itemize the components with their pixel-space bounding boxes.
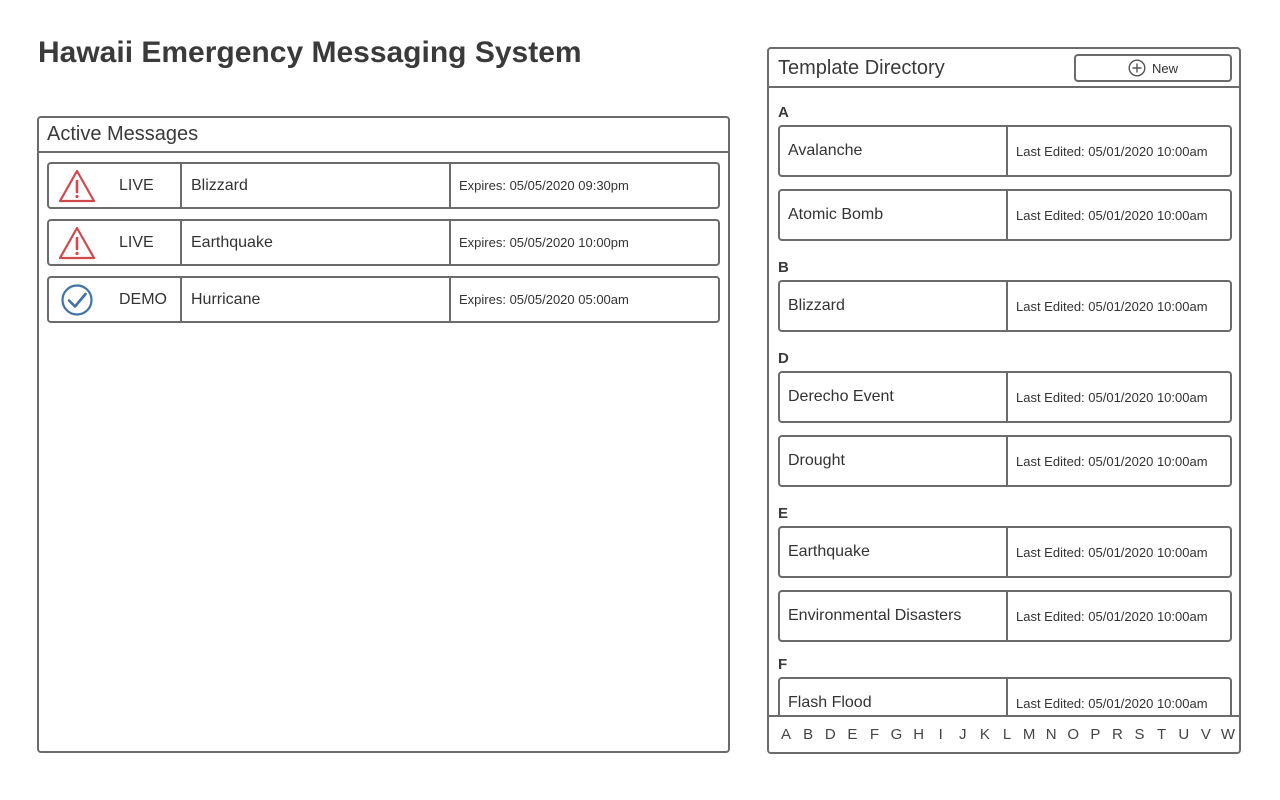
template-row[interactable]: Derecho Event Last Edited: 05/01/2020 10… bbox=[778, 371, 1232, 423]
message-name: Hurricane bbox=[182, 278, 451, 321]
template-last-edited: Last Edited: 05/01/2020 10:00am bbox=[1016, 298, 1208, 314]
plus-circle-icon bbox=[1128, 59, 1146, 77]
active-messages-title: Active Messages bbox=[47, 123, 199, 145]
template-name: Environmental Disasters bbox=[780, 592, 1008, 640]
alphabet-index-letter[interactable]: G bbox=[885, 726, 907, 743]
section-letter: F bbox=[778, 656, 788, 673]
template-last-edited: Last Edited: 05/01/2020 10:00am bbox=[1016, 453, 1208, 469]
template-name: Drought bbox=[780, 437, 1008, 485]
active-messages-panel: Active Messages LIVE Blizzard Expires: 0… bbox=[37, 116, 730, 753]
section-letter: E bbox=[778, 505, 789, 522]
alphabet-index-letter[interactable]: N bbox=[1040, 726, 1062, 743]
template-row[interactable]: Atomic Bomb Last Edited: 05/01/2020 10:0… bbox=[778, 189, 1232, 241]
new-template-button[interactable]: New bbox=[1074, 54, 1232, 82]
page-title: Hawaii Emergency Messaging System bbox=[38, 36, 582, 69]
alphabet-index-letter[interactable]: B bbox=[797, 726, 819, 743]
alphabet-index-letter[interactable]: A bbox=[775, 726, 797, 743]
message-name: Earthquake bbox=[182, 221, 451, 264]
template-row[interactable]: Blizzard Last Edited: 05/01/2020 10:00am bbox=[778, 280, 1232, 332]
template-name: Atomic Bomb bbox=[780, 191, 1008, 239]
template-directory-header: Template Directory New bbox=[769, 49, 1239, 88]
template-name: Derecho Event bbox=[780, 373, 1008, 421]
alphabet-index-letter[interactable]: P bbox=[1084, 726, 1106, 743]
alphabet-index-letter[interactable]: S bbox=[1129, 726, 1151, 743]
alphabet-index-bar: A B D E F G H I J K L M N O P R S T U V … bbox=[769, 715, 1239, 752]
message-expires: Expires: 05/05/2020 09:30pm bbox=[459, 178, 629, 193]
alphabet-index-letter[interactable]: E bbox=[841, 726, 863, 743]
message-name: Blizzard bbox=[182, 164, 451, 207]
warning-icon bbox=[58, 169, 96, 202]
template-last-edited: Last Edited: 05/01/2020 10:00am bbox=[1016, 207, 1208, 223]
active-messages-header: Active Messages bbox=[39, 118, 728, 153]
warning-icon bbox=[58, 226, 96, 259]
template-last-edited: Last Edited: 05/01/2020 10:00am bbox=[1016, 608, 1208, 624]
message-status: DEMO bbox=[119, 290, 167, 308]
template-name: Earthquake bbox=[780, 528, 1008, 576]
section-letter: B bbox=[778, 259, 789, 276]
new-template-label: New bbox=[1151, 60, 1178, 76]
template-last-edited: Last Edited: 05/01/2020 10:00am bbox=[1016, 544, 1208, 560]
alphabet-index-letter[interactable]: V bbox=[1195, 726, 1217, 743]
alphabet-index-letter[interactable]: H bbox=[908, 726, 930, 743]
template-directory-panel: Template Directory New A Avalanche Last … bbox=[767, 47, 1241, 754]
message-status-cell: LIVE bbox=[49, 221, 182, 264]
message-row[interactable]: LIVE Blizzard Expires: 05/05/2020 09:30p… bbox=[47, 162, 720, 209]
template-row[interactable]: Drought Last Edited: 05/01/2020 10:00am bbox=[778, 435, 1232, 487]
check-circle-icon bbox=[61, 283, 93, 316]
section-letter: D bbox=[778, 350, 789, 367]
alphabet-index-letter[interactable]: O bbox=[1062, 726, 1084, 743]
message-status-cell: LIVE bbox=[49, 164, 182, 207]
alphabet-index-letter[interactable]: F bbox=[863, 726, 885, 743]
message-status: LIVE bbox=[119, 176, 154, 194]
template-last-edited: Last Edited: 05/01/2020 10:00am bbox=[1016, 695, 1208, 711]
alphabet-index-letter[interactable]: L bbox=[996, 726, 1018, 743]
template-row[interactable]: Flash Flood Last Edited: 05/01/2020 10:0… bbox=[778, 677, 1232, 717]
alphabet-index-letter[interactable]: W bbox=[1217, 726, 1239, 743]
template-row[interactable]: Earthquake Last Edited: 05/01/2020 10:00… bbox=[778, 526, 1232, 578]
message-row[interactable]: DEMO Hurricane Expires: 05/05/2020 05:00… bbox=[47, 276, 720, 323]
template-row[interactable]: Environmental Disasters Last Edited: 05/… bbox=[778, 590, 1232, 642]
message-expires: Expires: 05/05/2020 10:00pm bbox=[459, 235, 629, 250]
message-status-cell: DEMO bbox=[49, 278, 182, 321]
template-name: Flash Flood bbox=[780, 679, 1008, 717]
template-directory-title: Template Directory bbox=[778, 57, 945, 79]
alphabet-index-letter[interactable]: M bbox=[1018, 726, 1040, 743]
section-letter: A bbox=[778, 104, 789, 121]
alphabet-index-letter[interactable]: I bbox=[930, 726, 952, 743]
alphabet-index-letter[interactable]: K bbox=[974, 726, 996, 743]
alphabet-index-letter[interactable]: D bbox=[819, 726, 841, 743]
alphabet-index-letter[interactable]: J bbox=[952, 726, 974, 743]
template-last-edited: Last Edited: 05/01/2020 10:00am bbox=[1016, 143, 1208, 159]
template-row[interactable]: Avalanche Last Edited: 05/01/2020 10:00a… bbox=[778, 125, 1232, 177]
template-name: Avalanche bbox=[780, 127, 1008, 175]
message-expires: Expires: 05/05/2020 05:00am bbox=[459, 292, 629, 307]
template-last-edited: Last Edited: 05/01/2020 10:00am bbox=[1016, 389, 1208, 405]
message-row[interactable]: LIVE Earthquake Expires: 05/05/2020 10:0… bbox=[47, 219, 720, 266]
message-status: LIVE bbox=[119, 233, 154, 251]
alphabet-index-letter[interactable]: R bbox=[1106, 726, 1128, 743]
template-list[interactable]: A Avalanche Last Edited: 05/01/2020 10:0… bbox=[769, 88, 1239, 717]
template-name: Blizzard bbox=[780, 282, 1008, 330]
alphabet-index-letter[interactable]: U bbox=[1173, 726, 1195, 743]
alphabet-index-letter[interactable]: T bbox=[1151, 726, 1173, 743]
